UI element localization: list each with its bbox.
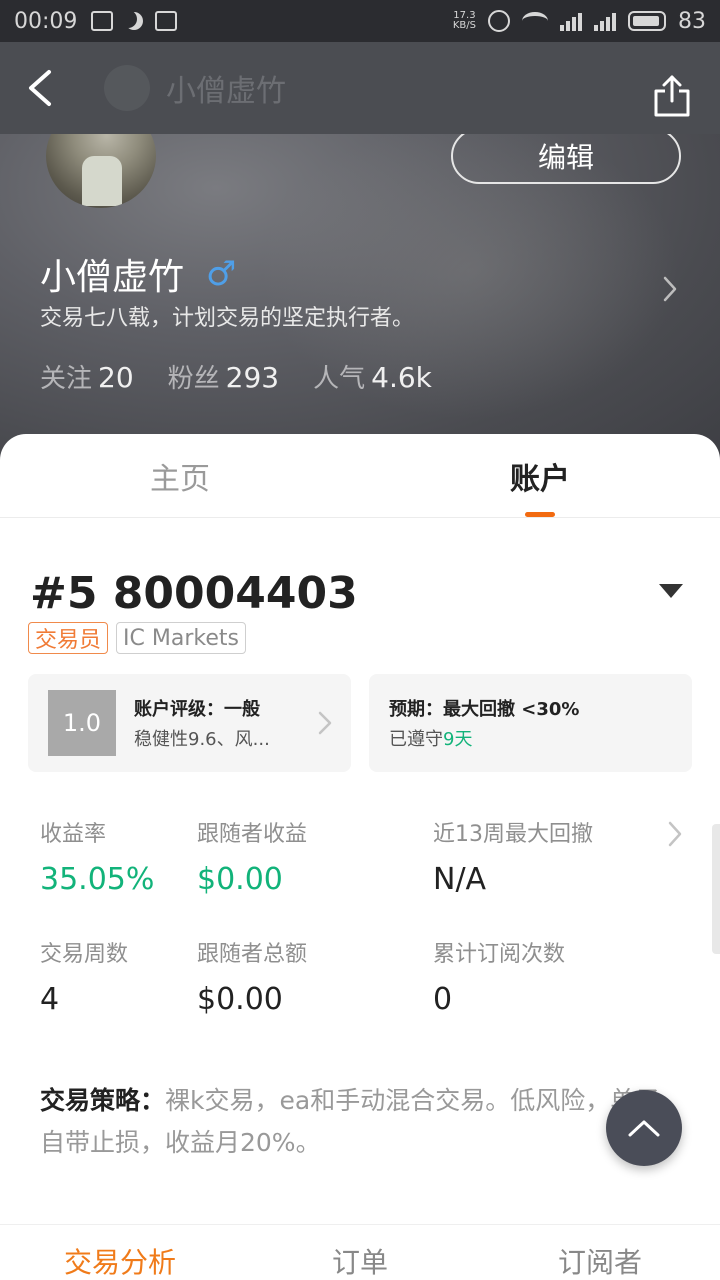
metric-value: 0 (433, 982, 453, 1017)
metric-label: 交易周数 (40, 942, 129, 967)
rating-title: 账户评级：一般 (134, 699, 260, 720)
metric-value: $0.00 (197, 982, 283, 1017)
rating-score: 1.0 (48, 690, 116, 756)
expectation-days: 9天 (443, 729, 473, 750)
account-number: #5 80004403 (30, 568, 358, 619)
stat-value: 20 (98, 361, 134, 394)
user-name: 小僧虚竹 (40, 257, 185, 298)
battery-icon (628, 11, 666, 31)
chevron-right-icon[interactable] (660, 274, 680, 304)
metric-value: N/A (433, 862, 487, 897)
back-button[interactable] (0, 42, 80, 134)
user-bio: 交易七八载，计划交易的坚定执行者。 (40, 306, 415, 331)
tab-trade-analysis[interactable]: 交易分析 (0, 1225, 240, 1280)
metric-max-drawdown: 近13周最大回撤 N/A (433, 816, 593, 897)
chevron-right-icon (318, 711, 332, 735)
stat-followers[interactable]: 粉丝 293 (168, 358, 279, 395)
metric-value: 4 (40, 982, 60, 1017)
top-nav: 小僧虚竹 (0, 42, 720, 134)
back-arrow-icon (29, 70, 51, 106)
chevron-right-icon[interactable] (666, 820, 684, 848)
tab-account[interactable]: 账户 (360, 434, 720, 517)
profile-tabs: 主页 账户 (0, 434, 720, 518)
metric-trading-weeks: 交易周数 4 (40, 936, 128, 1017)
tab-subscribers[interactable]: 订阅者 (480, 1225, 720, 1280)
metric-value: $0.00 (197, 862, 283, 897)
info-boxes: 1.0 账户评级：一般 稳健性9.6、风... 预期：最大回撤 <30% 已遵守… (28, 674, 692, 772)
expectation-prefix: 已遵守 (389, 729, 443, 750)
moon-icon (125, 12, 143, 30)
strategy-label: 交易策略： (40, 1086, 166, 1115)
tag-broker: IC Markets (116, 622, 246, 654)
metric-label: 累计订阅次数 (433, 942, 566, 967)
expectation-box[interactable]: 预期：最大回撤 <30% 已遵守9天 (369, 674, 692, 772)
strategy-text: 交易策略：裸k交易，ea和手动混合交易。低风险，单子自带止损，收益月20%。 (40, 1080, 680, 1164)
notification-icon (155, 11, 178, 31)
stat-label: 粉丝 (167, 364, 220, 394)
metric-label: 收益率 (40, 822, 107, 847)
status-bar: 00:09 17.3 KB/S 83 (0, 0, 720, 42)
stat-popularity: 人气 4.6k (313, 358, 432, 395)
media-icon (91, 11, 114, 31)
tag-trader: 交易员 (28, 622, 109, 654)
rating-box[interactable]: 1.0 账户评级：一般 稳健性9.6、风... (28, 674, 351, 772)
metric-label: 近13周最大回撤 (433, 822, 593, 847)
tab-orders[interactable]: 订单 (240, 1225, 480, 1280)
nav-title: 小僧虚竹 (166, 74, 286, 109)
follow-stats: 关注 20 粉丝 293 人气 4.6k (40, 358, 432, 395)
tab-home[interactable]: 主页 (0, 434, 360, 517)
metric-follower-profit: 跟随者收益 $0.00 (197, 816, 307, 897)
scroll-top-button[interactable] (606, 1090, 682, 1166)
stat-label: 人气 (313, 364, 366, 394)
user-name-row: 小僧虚竹 ♂ (40, 248, 237, 300)
expectation-sub: 已遵守9天 (389, 725, 579, 751)
share-button[interactable] (624, 50, 720, 142)
metric-follower-total: 跟随者总额 $0.00 (197, 936, 307, 1017)
stat-label: 关注 (40, 364, 93, 394)
metric-label: 跟随者总额 (197, 942, 308, 967)
alarm-icon (488, 10, 510, 32)
rating-sub: 稳健性9.6、风... (134, 729, 270, 750)
male-icon: ♂ (206, 254, 237, 294)
metric-subscription-count: 累计订阅次数 0 (433, 936, 565, 1017)
stat-value: 4.6k (371, 361, 432, 394)
net-speed: 17.3 KB/S (452, 10, 476, 31)
nav-avatar (104, 65, 150, 111)
signal-icon (560, 11, 582, 31)
metric-value: 35.05% (40, 862, 155, 897)
share-icon (654, 75, 690, 117)
wifi-icon (522, 12, 548, 30)
account-card: 主页 账户 #5 80004403 交易员 IC Markets 1.0 账户评… (0, 434, 720, 1280)
account-tags: 交易员 IC Markets (28, 622, 246, 654)
metric-return-rate: 收益率 35.05% (40, 816, 154, 897)
status-time: 00:09 (14, 8, 78, 34)
battery-level: 83 (678, 8, 706, 34)
metric-label: 跟随者收益 (197, 822, 308, 847)
stat-following[interactable]: 关注 20 (40, 358, 134, 395)
bottom-tabs: 交易分析 订单 订阅者 (0, 1224, 720, 1280)
dropdown-arrow-icon[interactable] (659, 584, 683, 598)
signal-icon-2 (594, 11, 616, 31)
scroll-indicator (712, 824, 720, 954)
expectation-title: 预期：最大回撤 <30% (389, 699, 580, 720)
stat-value: 293 (225, 361, 280, 394)
chevron-up-icon (628, 1120, 660, 1137)
